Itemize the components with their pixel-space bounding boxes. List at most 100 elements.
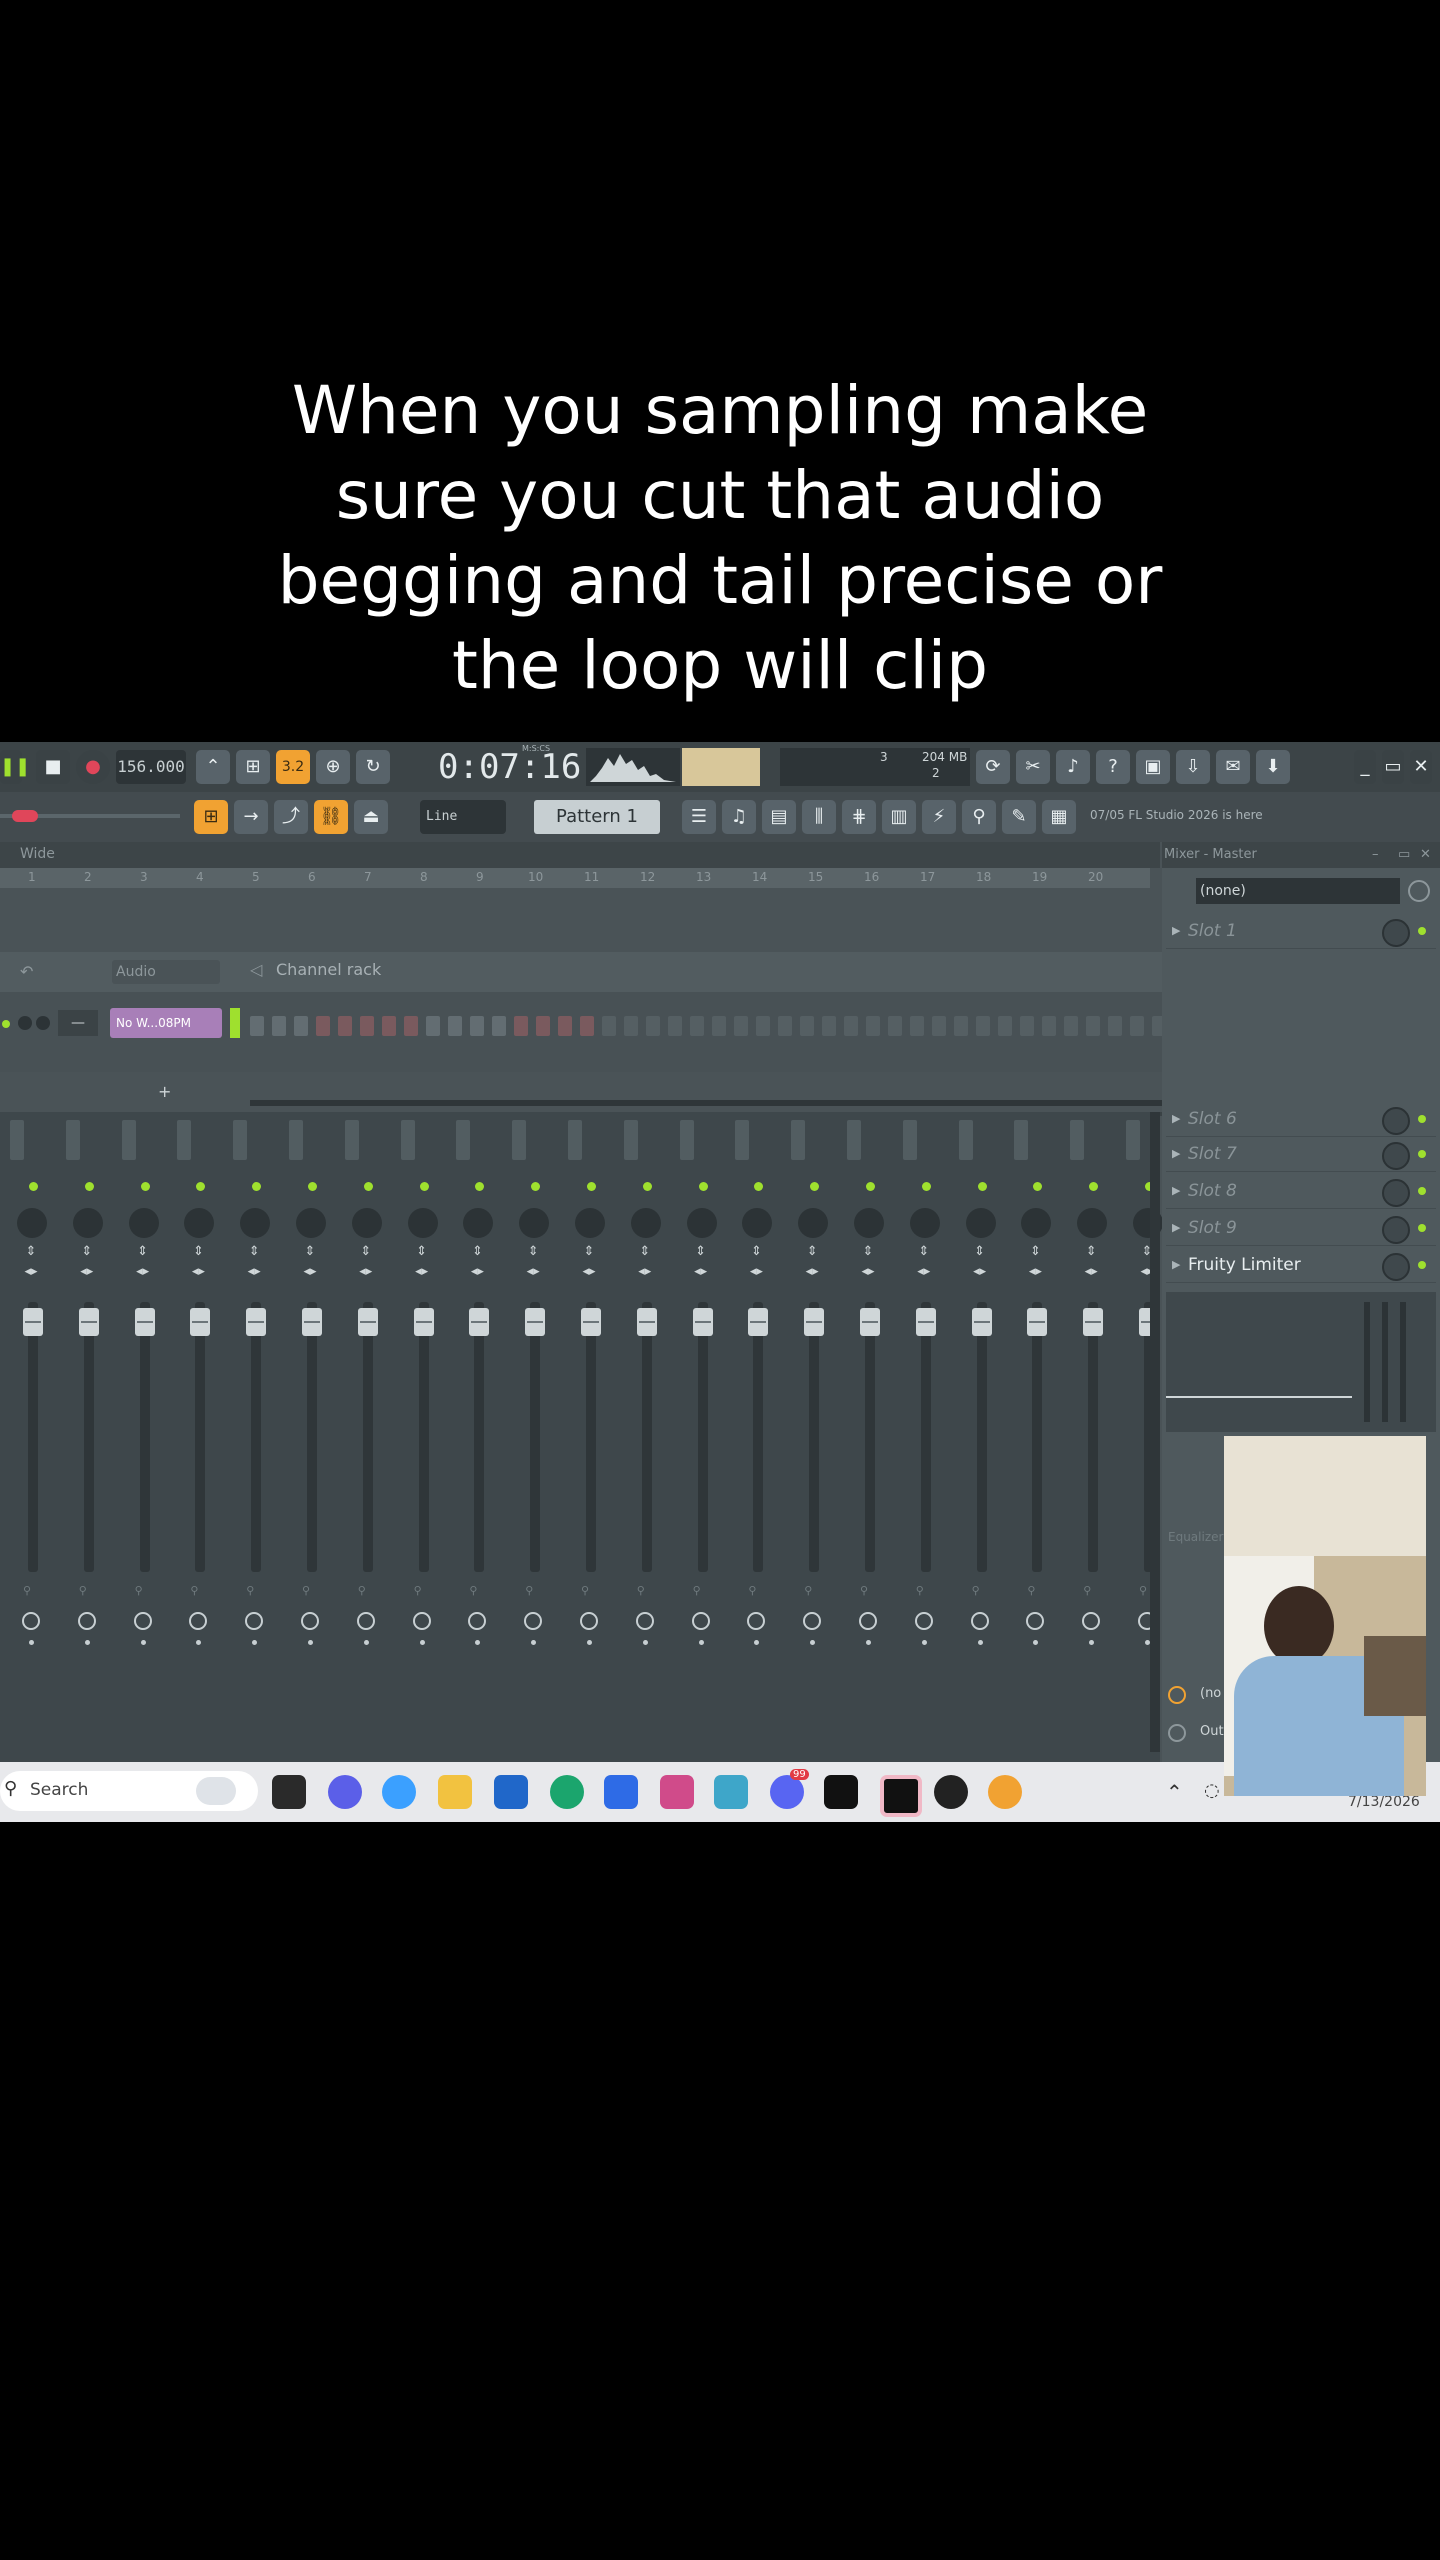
stereo-separation-icon[interactable]: ⇕ ◂▸ [795,1242,829,1282]
network-icon[interactable]: ◌ [1204,1780,1220,1801]
strip-label[interactable] [512,1120,527,1160]
pan-knob[interactable] [17,1208,47,1238]
restore-icon[interactable]: ▭ [1382,750,1404,784]
route-dial-icon[interactable] [1026,1612,1045,1630]
strip-label[interactable] [1014,1120,1029,1160]
slot-mix-knob[interactable] [1382,1216,1410,1244]
volume-fader[interactable] [357,1308,378,1336]
fl-studio-icon[interactable] [988,1775,1022,1809]
strip-label[interactable] [344,1120,359,1160]
strip-label[interactable] [65,1120,80,1160]
route-dot[interactable] [921,1640,927,1645]
help-icon[interactable]: ? [1096,750,1130,784]
discord-icon[interactable]: 99 [770,1769,809,1809]
lock-icon[interactable]: ⚲ [581,1584,589,1597]
mixer-close-icon[interactable]: ✕ [1420,842,1431,868]
mixer-input-select[interactable]: (none) [1196,878,1400,904]
step-button[interactable] [1064,1016,1078,1036]
lock-icon[interactable]: ⚲ [190,1584,198,1597]
step-button[interactable] [294,1016,308,1036]
step-button[interactable] [338,1016,352,1036]
office-icon[interactable] [660,1775,694,1809]
stereo-separation-icon[interactable]: ⇕ ◂▸ [907,1242,941,1282]
save-icon[interactable]: ▣ [1136,750,1170,784]
step-button[interactable] [624,1016,638,1036]
meet-icon[interactable] [328,1775,362,1809]
slot-led[interactable] [1418,1187,1426,1195]
strip-label[interactable] [958,1120,973,1160]
strip-label[interactable] [233,1120,248,1160]
strip-led[interactable] [587,1182,596,1191]
lock-icon[interactable]: ⚲ [916,1584,924,1597]
volume-fader[interactable] [525,1308,546,1336]
strip-label[interactable] [791,1120,806,1160]
slot-led[interactable] [1418,1150,1426,1158]
volume-fader[interactable] [469,1308,490,1336]
step-indicator[interactable]: 3.2 [276,750,310,784]
step-button[interactable] [646,1016,660,1036]
slot-led[interactable] [1418,1115,1426,1123]
file-explorer-icon[interactable] [438,1775,472,1809]
slot-led[interactable] [1418,1224,1426,1232]
route-dot[interactable] [698,1640,704,1645]
route-dial-icon[interactable] [468,1612,487,1630]
route-dial-icon[interactable] [301,1612,319,1630]
strip-label[interactable] [121,1120,136,1160]
stereo-separation-icon[interactable]: ⇕ ◂▸ [739,1242,773,1282]
step-button[interactable] [470,1016,484,1036]
lock-icon[interactable]: ⚲ [358,1584,366,1597]
strip-label[interactable] [10,1120,24,1160]
davinci-icon[interactable] [934,1775,968,1809]
lock-icon[interactable]: ⚲ [1027,1584,1035,1597]
route-dot[interactable] [252,1640,258,1645]
strip-led[interactable] [252,1182,262,1191]
mixer-restore-icon[interactable]: ▭ [1398,842,1410,868]
metronome-icon[interactable]: ⌃ [196,750,230,784]
step-button[interactable] [866,1016,880,1036]
tiktok-icon[interactable] [824,1775,858,1809]
pan-knob[interactable] [909,1208,940,1238]
route-dot[interactable] [1033,1640,1039,1645]
piano-roll-icon[interactable]: ♫ [722,800,756,834]
lock-icon[interactable]: ⚲ [637,1584,645,1597]
export-icon[interactable]: ⇩ [1176,750,1210,784]
slot-led[interactable] [1418,927,1426,935]
slot-mix-knob[interactable] [1382,1253,1410,1281]
step-button[interactable] [1086,1016,1100,1036]
mixer-input-knob[interactable] [1408,880,1430,902]
output-icon[interactable] [1168,1724,1186,1742]
step-button[interactable] [316,1016,330,1036]
route-dot[interactable] [363,1640,369,1645]
lock-icon[interactable]: ⚲ [972,1584,980,1597]
edge-icon[interactable] [550,1775,584,1809]
pan-knob[interactable] [742,1208,773,1238]
volume-fader[interactable] [1083,1308,1104,1336]
step-button[interactable] [382,1016,396,1036]
eq-band-slider[interactable] [1382,1302,1388,1422]
route-dot[interactable] [475,1640,481,1645]
eq-band-slider[interactable] [1400,1302,1406,1422]
route-dot[interactable] [754,1640,760,1645]
strip-led[interactable] [140,1182,150,1191]
refresh-icon[interactable]: ⟳ [976,750,1010,784]
record-icon[interactable]: ● [76,750,110,784]
pan-knob[interactable] [575,1208,605,1238]
route-dial-icon[interactable] [189,1612,208,1630]
strip-led[interactable] [196,1182,206,1191]
pan-knob[interactable] [463,1208,494,1238]
route-dial-icon[interactable] [580,1612,598,1630]
taskbar-search[interactable]: ⚲ Search [0,1771,258,1811]
channel-pan-knob[interactable] [36,1016,50,1030]
step-button[interactable] [492,1016,506,1036]
lock-icon[interactable]: ⚲ [302,1584,310,1597]
channel-filter-select[interactable]: Audio [112,960,220,984]
strip-label[interactable] [289,1120,303,1160]
strip-led[interactable] [810,1182,820,1191]
volume-fader[interactable] [246,1308,267,1336]
volume-fader[interactable] [134,1308,155,1336]
strip-led[interactable] [1089,1182,1099,1191]
pan-knob[interactable] [1077,1208,1108,1238]
route-dial-icon[interactable] [691,1612,710,1630]
step-button[interactable] [998,1016,1012,1036]
pan-knob[interactable] [72,1208,103,1238]
